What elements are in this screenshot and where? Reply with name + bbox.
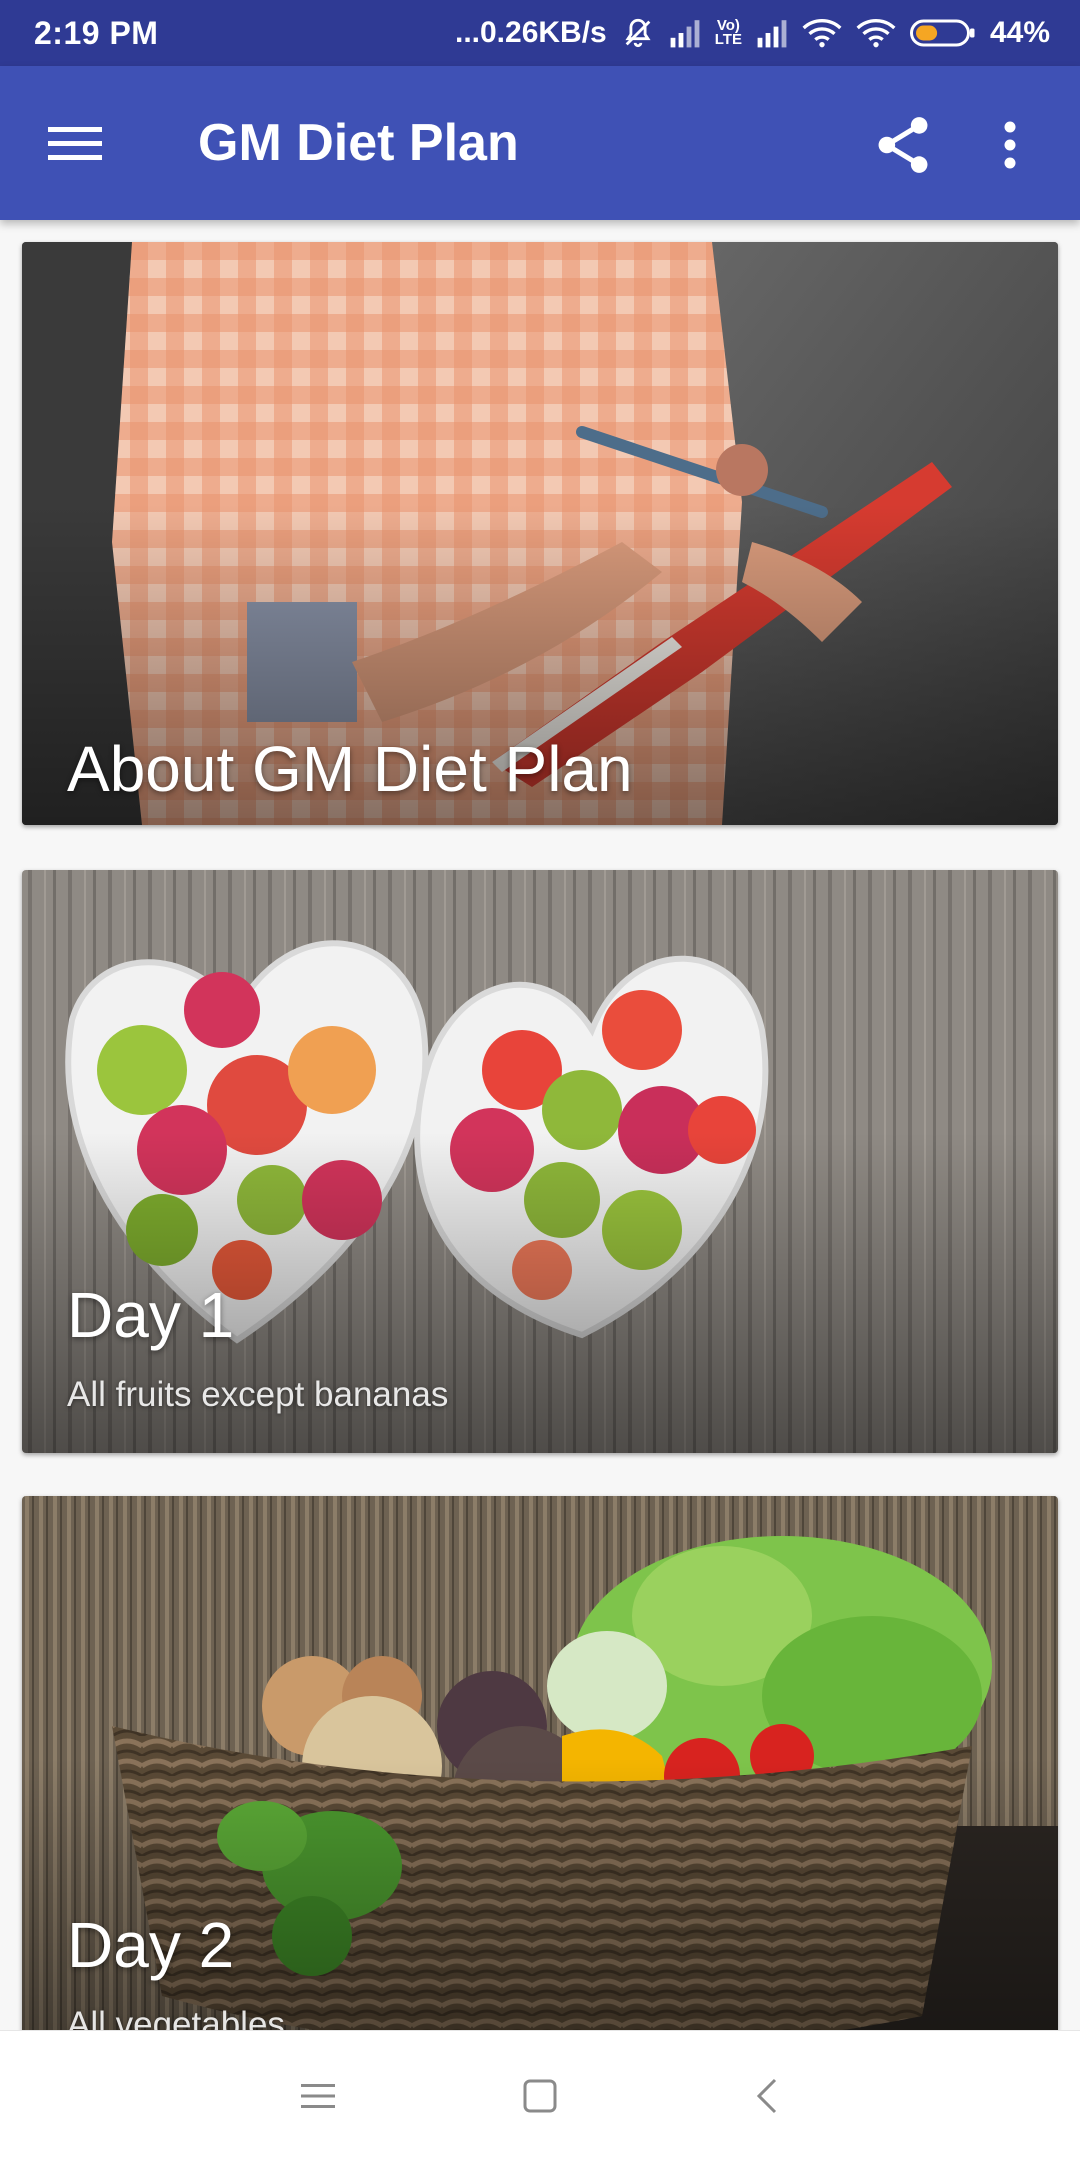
wifi-icon — [856, 18, 896, 48]
signal-icon — [669, 18, 701, 48]
app-screen: 2:19 PM ...0.26KB/s Vo) LTE 44% GM Diet … — [0, 0, 1080, 2160]
mute-icon — [621, 16, 655, 50]
recents-button[interactable] — [278, 2061, 358, 2131]
home-button[interactable] — [500, 2061, 580, 2131]
card-day-2[interactable]: Day 2 All vegetables — [22, 1496, 1058, 2079]
status-time: 2:19 PM — [34, 14, 159, 51]
app-bar: GM Diet Plan — [0, 66, 1080, 220]
card-about-title: About GM Diet Plan — [67, 733, 633, 805]
status-bar: 2:19 PM ...0.26KB/s Vo) LTE 44% — [0, 0, 1080, 66]
volte-icon: Vo) LTE — [714, 18, 742, 48]
card-about[interactable]: About GM Diet Plan — [22, 242, 1058, 825]
recents-icon — [301, 2084, 335, 2108]
menu-icon — [48, 127, 102, 160]
menu-button[interactable] — [40, 113, 110, 173]
lte-label: LTE — [714, 31, 742, 48]
battery-icon — [909, 18, 976, 48]
status-icons: ...0.26KB/s Vo) LTE 44% — [455, 16, 1050, 50]
network-speed: ...0.26KB/s — [454, 16, 607, 49]
more-vert-icon — [1004, 121, 1016, 169]
card-day-2-title: Day 2 — [67, 1909, 235, 1981]
card-day-1-subtitle: All fruits except bananas — [67, 1375, 449, 1414]
battery-percent: 44% — [989, 16, 1050, 49]
card-day-1-title: Day 1 — [67, 1279, 235, 1351]
card-day-1[interactable]: Day 1 All fruits except bananas — [22, 870, 1058, 1453]
app-title: GM Diet Plan — [198, 114, 519, 172]
share-icon — [878, 117, 928, 173]
share-button[interactable] — [868, 110, 938, 180]
back-icon — [756, 2078, 777, 2114]
wifi-icon — [802, 18, 842, 48]
system-nav-bar — [0, 2030, 1080, 2160]
home-icon — [523, 2079, 557, 2113]
back-button[interactable] — [727, 2061, 807, 2131]
more-options-button[interactable] — [985, 110, 1035, 180]
signal-icon — [756, 18, 788, 48]
